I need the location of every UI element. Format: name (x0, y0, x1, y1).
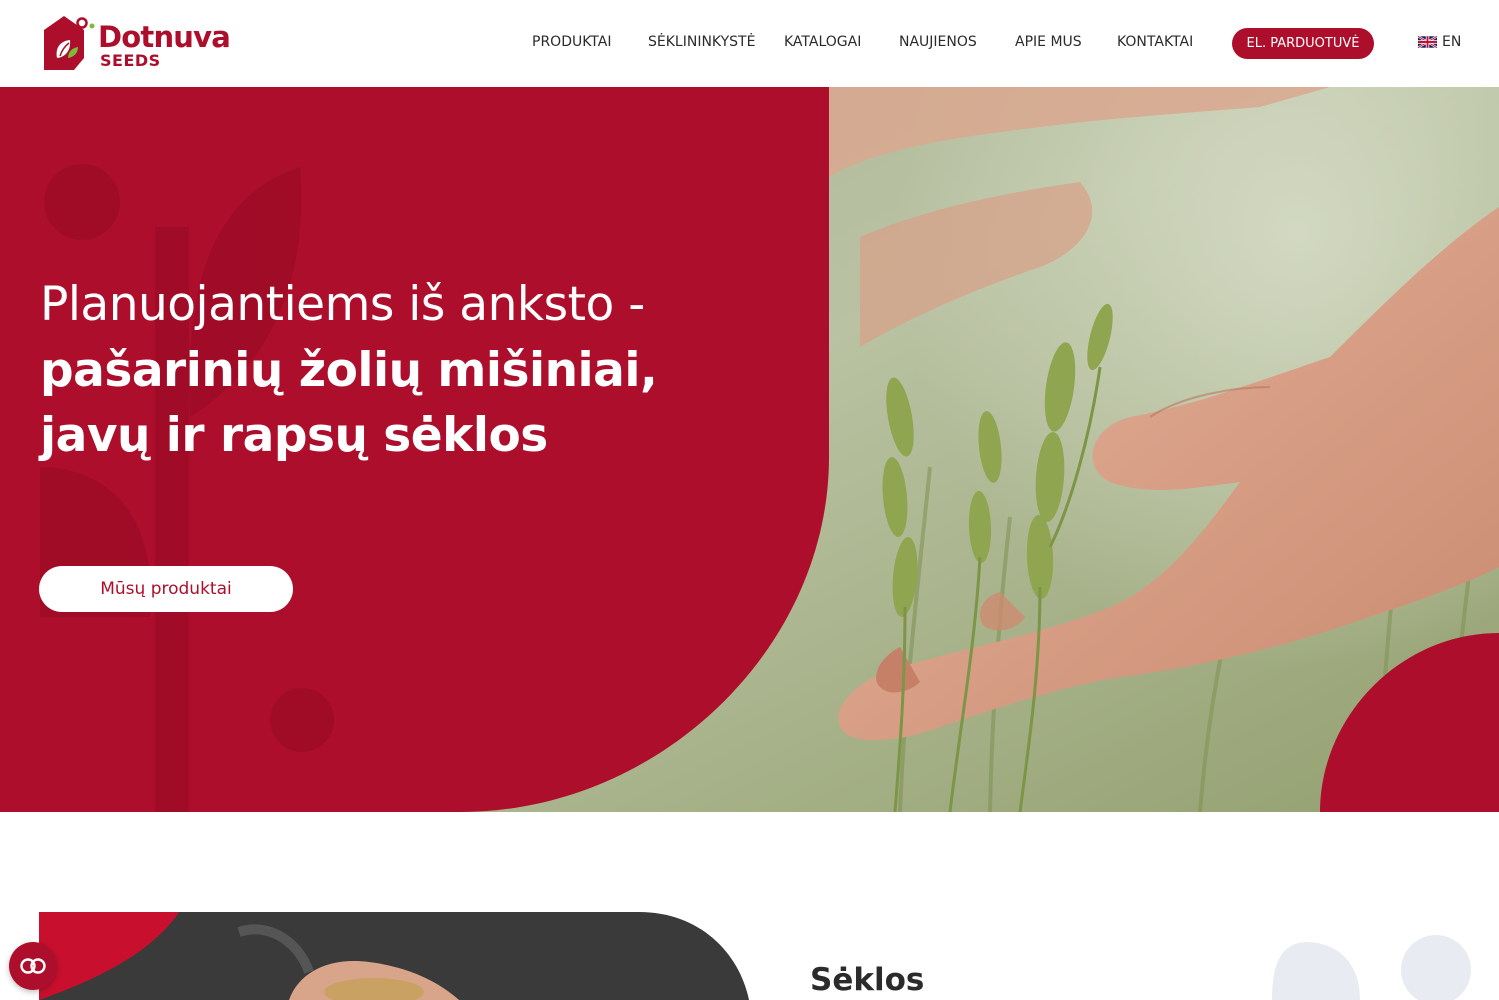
language-label: EN (1442, 34, 1462, 50)
accessibility-icon (20, 958, 46, 974)
hero-title-line: pašarinių žolių mišiniai, (40, 343, 658, 398)
nav-item-kontaktai[interactable]: KONTAKTAI (1117, 33, 1193, 51)
hero-title: Planuojantiems iš anksto - pašarinių žol… (40, 272, 800, 468)
uk-flag-icon (1418, 36, 1437, 48)
nav-item-naujienos[interactable]: NAUJIENOS (899, 33, 977, 51)
section-title: Sėklos (810, 962, 925, 998)
nav-item-produktai[interactable]: PRODUKTAI (532, 33, 611, 51)
logo-icon (44, 16, 95, 70)
hero-title-line: javų ir rapsų sėklos (40, 408, 548, 463)
site-header: Dotnuva SEEDS PRODUKTAI SĖKLININKYSTĖ KA… (0, 0, 1499, 87)
accessibility-button[interactable] (9, 942, 57, 990)
hero-section: Planuojantiems iš anksto - pašarinių žol… (0, 87, 1499, 812)
nav-item-seklininkyste[interactable]: SĖKLININKYSTĖ (648, 33, 755, 51)
nav-item-apie-mus[interactable]: APIE MUS (1015, 33, 1082, 51)
our-products-button[interactable]: Mūsų produktai (39, 566, 293, 612)
nav-item-katalogai[interactable]: KATALOGAI (784, 33, 861, 51)
e-shop-button[interactable]: EL. PARDUOTUVĖ (1232, 28, 1374, 59)
logo-wordmark: Dotnuva (98, 20, 231, 54)
hands-holding-grain-photo (39, 912, 749, 1000)
logo-subtitle: SEEDS (100, 51, 161, 70)
brand-logo[interactable]: Dotnuva SEEDS (38, 14, 231, 74)
hero-title-line: Planuojantiems iš anksto - (40, 277, 645, 332)
decorative-shape (1260, 930, 1499, 1000)
